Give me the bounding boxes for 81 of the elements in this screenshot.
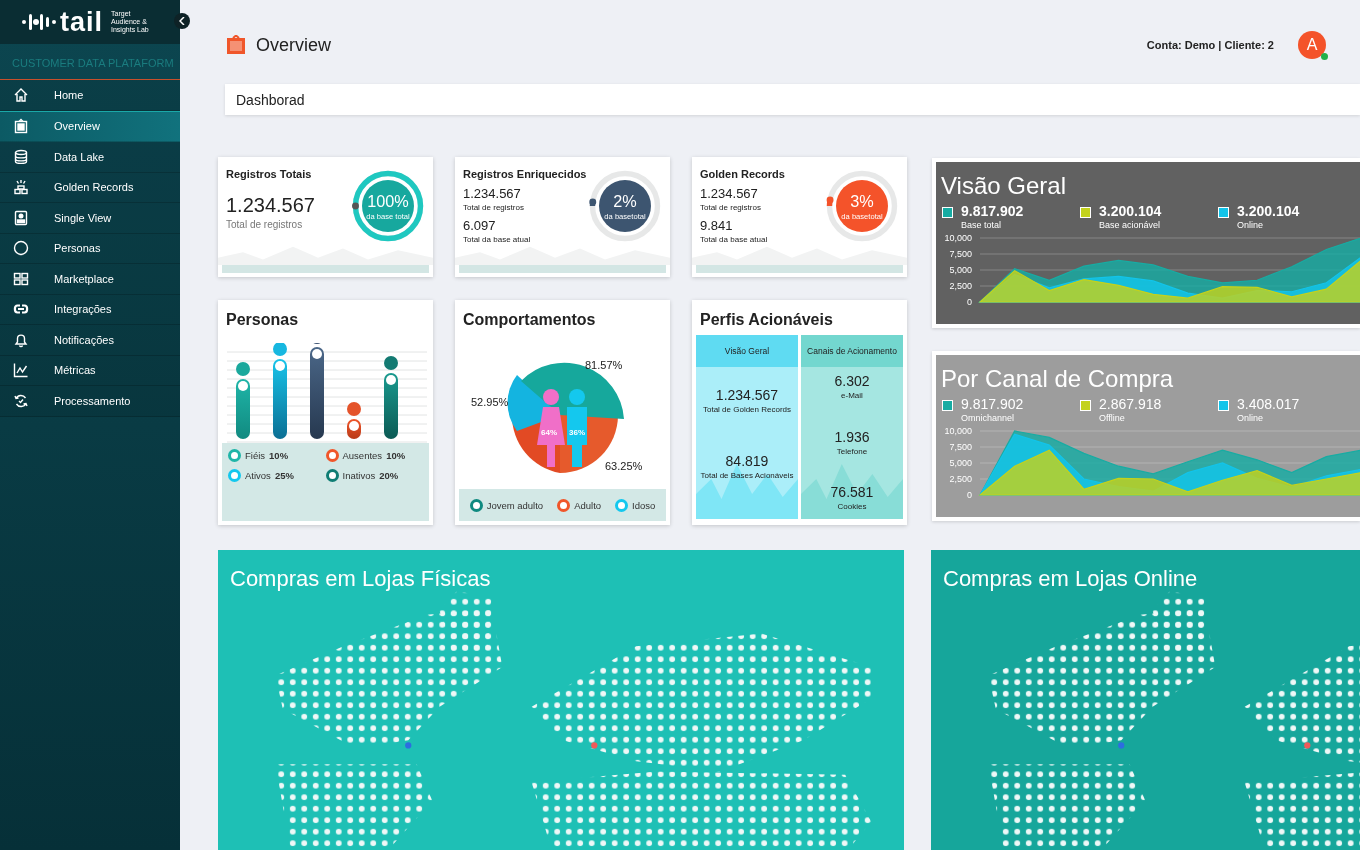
legend-value: 25% <box>274 470 294 481</box>
legend-value: 9.817.902 <box>961 203 1024 219</box>
axis-tick-label: 5,000 <box>949 265 972 275</box>
metric-label: Total de Golden Records <box>702 404 792 414</box>
legend-label: Idoso <box>632 499 656 511</box>
gauge-caption: da basetotal <box>604 212 647 221</box>
legend-value: 2.867.918 <box>1099 396 1162 412</box>
column-header: Visão Geral <box>696 335 798 367</box>
dashboard-title: Dashborad <box>236 91 305 108</box>
legend-label: Ausentes <box>342 450 383 461</box>
legend-label: Jovem adulto <box>486 499 544 511</box>
legend-label: Offline <box>1099 413 1126 423</box>
metric-label: Total de Bases Acionáveis <box>700 470 794 480</box>
axis-tick-label: 5,000 <box>949 458 972 468</box>
legend-label: Online <box>1237 220 1264 230</box>
legend-value: 20% <box>379 470 399 481</box>
metric-label: Total de registros <box>700 203 762 212</box>
axis-tick-label: 0 <box>967 297 972 306</box>
column-header: Canais de Acionamento <box>801 335 903 367</box>
account-info: Conta: Demo | Cliente: 2 <box>1146 39 1274 51</box>
axis-tick-label: 2,500 <box>949 474 972 484</box>
card-title: Registros Enriquecidos <box>463 168 587 180</box>
metric-value: 84.819 <box>724 452 770 469</box>
metric-value: 1.234.567 <box>700 186 759 201</box>
map-title: Compras em Lojas Online <box>942 565 1199 593</box>
figure-label: 64% <box>541 428 557 437</box>
section-title: CUSTOMER DATA PLATAFORM <box>0 44 180 80</box>
legend-value: 10% <box>386 450 406 461</box>
metric-value: 6.097 <box>463 218 497 233</box>
legend-value: 3.408.017 <box>1237 396 1300 412</box>
card-title: Registros Totais <box>226 168 313 180</box>
legend-label: Base total <box>961 220 1003 230</box>
logo-wordmark: tail <box>60 6 103 38</box>
card-title: Comportamentos <box>462 310 597 330</box>
axis-tick-label: 0 <box>967 490 972 499</box>
slice-label: 52.95% <box>471 396 509 408</box>
gauge-caption: da basetotal <box>841 212 883 221</box>
metric-label: Total da base atual <box>700 235 769 244</box>
gauge-percent: 3% <box>850 192 874 211</box>
metric-value: 1.234.567 <box>226 194 315 217</box>
legend-label: Ativos <box>245 470 271 481</box>
legend-label: Omnichannel <box>961 413 1016 423</box>
legend-value: 3.200.104 <box>1099 203 1162 219</box>
page-title: Overview <box>256 34 332 56</box>
metric-value: 76.581 <box>830 484 874 500</box>
legend-value: 3.200.104 <box>1237 203 1300 219</box>
axis-tick-label: 7,500 <box>949 442 972 452</box>
gauge-caption: da base total <box>366 212 410 221</box>
metric-value: 1.936 <box>834 428 870 445</box>
axis-tick-label: 10,000 <box>944 426 972 436</box>
legend-value: 10% <box>269 450 289 461</box>
axis-tick-label: 7,500 <box>949 249 972 259</box>
metric-label: Total da base atual <box>463 235 532 244</box>
metric-label: Telefone <box>835 446 869 456</box>
metric-label: e-Mail <box>840 391 864 400</box>
card-title: Personas <box>225 310 300 330</box>
axis-tick-label: 2,500 <box>949 281 972 291</box>
metric-label: Total de registros <box>463 203 525 212</box>
legend-label: Fiéis <box>245 450 266 461</box>
card-title: Perfis Acionáveis <box>699 310 834 330</box>
legend-value: 9.817.902 <box>961 396 1024 412</box>
metric-value: 1.234.567 <box>714 386 780 403</box>
metric-value: 6.302 <box>834 373 870 389</box>
map-title: Compras em Lojas Físicas <box>229 565 492 593</box>
slice-label: 63.25% <box>605 460 643 472</box>
panel-title: Por Canal de Compra <box>940 364 1175 393</box>
legend-label: Online <box>1237 413 1264 423</box>
slice-label: 81.57% <box>585 359 623 371</box>
legend-label: Base acionável <box>1099 220 1162 230</box>
axis-tick-label: 10,000 <box>944 233 972 243</box>
metric-value: 9.841 <box>700 218 734 233</box>
legend-label: Adulto <box>574 499 602 511</box>
metric-label: Cookies <box>836 502 868 511</box>
card-title: Golden Records <box>700 168 785 180</box>
figure-label: 36% <box>569 428 585 437</box>
metric-value: 1.234.567 <box>463 186 522 201</box>
gauge-percent: 100% <box>367 192 409 211</box>
legend-label: Inativos <box>342 470 376 481</box>
gauge-percent: 2% <box>613 192 638 211</box>
metric-label: Total de registros <box>226 219 304 230</box>
panel-title: Visão Geral <box>940 171 1067 200</box>
